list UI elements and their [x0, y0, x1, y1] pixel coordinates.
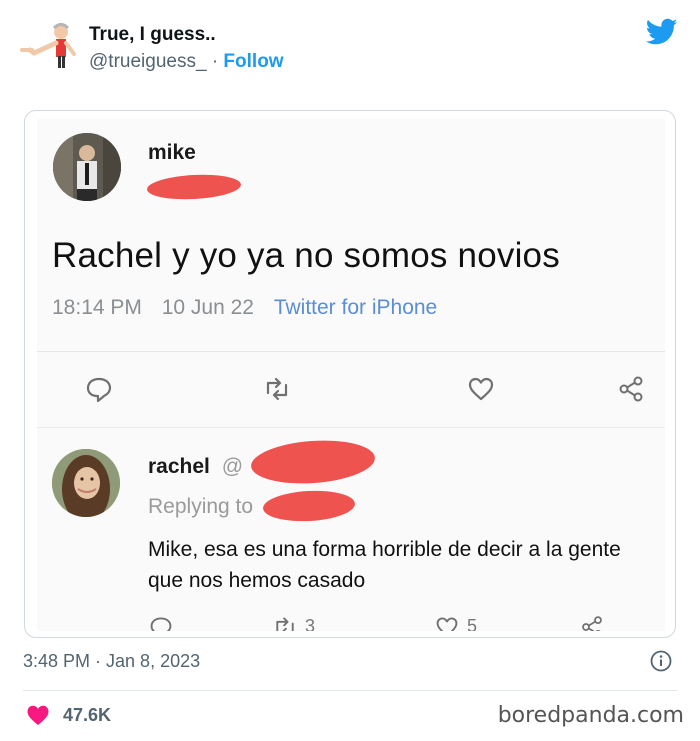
tweet-time: 18:14 PM: [52, 296, 142, 319]
rachel-avatar: [52, 449, 120, 517]
boredpanda-watermark: boredpanda.com: [497, 703, 684, 728]
rachel-name: rachel: [148, 455, 210, 478]
tweet-source: Twitter for iPhone: [273, 296, 438, 319]
mike-tweet-meta: 18:14 PM 10 Jun 22 Twitter for iPhone: [52, 296, 437, 320]
info-icon[interactable]: [650, 650, 672, 672]
tweet-date: 10 Jun 22: [161, 296, 254, 319]
reply-icon[interactable]: [149, 615, 173, 631]
like-count-total[interactable]: 47.6K: [63, 705, 111, 726]
screenshot-image: mike Rachel y yo ya no somos novios 18:1…: [37, 119, 665, 631]
share-icon[interactable]: [580, 615, 604, 631]
twitter-bird-icon[interactable]: [646, 18, 678, 46]
rachel-reply-text: Mike, esa es una forma horrible de decir…: [148, 538, 621, 592]
footer-divider: [23, 690, 677, 691]
like-count: 5: [467, 616, 478, 631]
follow-button[interactable]: Follow: [223, 51, 283, 72]
retweet-icon[interactable]: [263, 375, 291, 403]
retweet-icon[interactable]: [273, 615, 297, 631]
redacted-handle-mike: [146, 172, 242, 202]
profile-avatar[interactable]: [20, 20, 80, 70]
like-icon[interactable]: [435, 615, 459, 631]
tweet-timestamp[interactable]: 3:48 PM · Jan 8, 2023: [23, 651, 200, 672]
rachel-username: rachel @: [148, 455, 243, 479]
heart-icon[interactable]: [26, 704, 50, 726]
author-name[interactable]: True, I guess..: [89, 24, 216, 46]
redacted-replying-handle: [262, 488, 356, 524]
replying-to-label: Replying to: [148, 495, 254, 518]
author-handle-line: @trueiguess_ · Follow: [89, 51, 284, 73]
tweet-header: True, I guess.. @trueiguess_ · Follow: [0, 0, 700, 100]
mike-tweet-text: Rachel y yo ya no somos novios: [52, 236, 560, 275]
share-icon[interactable]: [617, 375, 645, 403]
redacted-handle-rachel: [249, 436, 377, 488]
rachel-handle-prefix: @: [221, 455, 244, 478]
reply-icon[interactable]: [85, 375, 113, 403]
separator-dot: ·: [211, 51, 219, 72]
divider: [37, 427, 665, 428]
tweet-media-card[interactable]: mike Rachel y yo ya no somos novios 18:1…: [24, 110, 676, 638]
author-handle[interactable]: @trueiguess_: [89, 51, 207, 72]
mike-username: mike: [148, 141, 196, 164]
like-icon[interactable]: [467, 375, 495, 403]
divider: [37, 351, 665, 352]
retweet-count: 3: [305, 616, 316, 631]
mike-avatar: [53, 133, 121, 201]
